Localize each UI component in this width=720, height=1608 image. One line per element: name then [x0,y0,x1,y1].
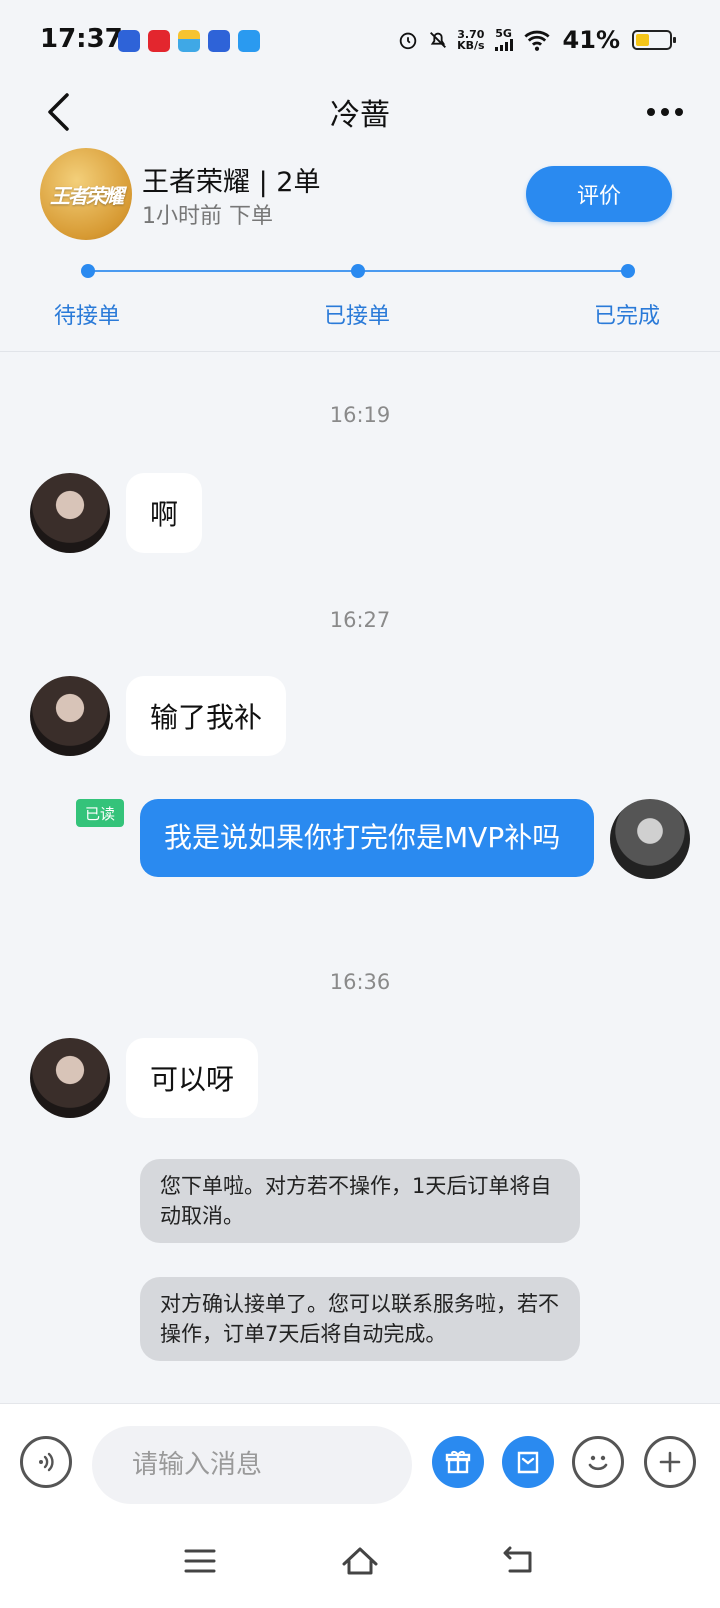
sent-message-bubble[interactable]: 我是说如果你打完你是MVP补吗 [140,799,594,877]
progress-dot [621,264,635,278]
status-time: 17:37 [40,24,123,54]
more-button[interactable] [640,90,690,134]
message-timestamp: 16:36 [329,970,391,994]
home-icon [342,1547,378,1575]
alarm-icon [399,32,417,50]
order-title: 王者荣耀 | 2单 [142,167,321,198]
plus-icon [659,1451,681,1473]
gift-button[interactable] [432,1436,484,1488]
home-button[interactable] [335,1541,385,1581]
step-accepted: 已接单 [324,304,391,329]
baidu-icon [118,30,140,52]
game-logo[interactable]: 王者荣耀 [40,148,132,240]
progress-dot [81,264,95,278]
voice-button[interactable] [20,1436,72,1488]
order-subtitle: 1小时前 下单 [142,204,273,229]
wifi-icon [523,30,550,51]
gift-icon [445,1451,471,1474]
partner-avatar[interactable] [30,676,110,756]
battery-percent: 41% [562,26,620,54]
received-message-bubble[interactable]: 输了我补 [126,676,287,756]
menu-icon [184,1549,216,1573]
page-title: 冷蔷 [330,98,390,133]
system-navigation-bar [0,1523,720,1608]
message-timestamp: 16:19 [329,403,391,427]
chat-messages[interactable]: 16:19 啊 16:27 输了我补 已读 我是说如果你打完你是MVP补吗 16… [0,353,720,1403]
progress-dot [351,264,365,278]
recent-apps-button[interactable] [175,1541,225,1581]
system-message: 对方确认接单了。您可以联系服务啦，若不操作，订单7天后将自动完成。 [140,1277,580,1361]
status-indicators: 3.70 KB/s 5G 41% [397,26,676,54]
step-completed: 已完成 [594,304,661,329]
order-button[interactable] [502,1436,554,1488]
received-message-bubble[interactable]: 啊 [126,473,203,553]
rate-button[interactable]: 评价 [526,166,672,222]
message-input-bar [0,1403,720,1523]
app-stripe-icon [178,30,200,52]
app-heart-icon [238,30,260,52]
back-nav-button[interactable] [495,1541,545,1581]
signal-icon [494,38,513,51]
emoji-icon [588,1455,608,1471]
order-icon [517,1451,539,1474]
more-actions-button[interactable] [644,1436,696,1488]
order-card: 王者荣耀 王者荣耀 | 2单 1小时前 下单 评价 待接单 已接单 已完成 [0,140,720,352]
message-timestamp: 16:27 [329,608,391,632]
step-pending: 待接单 [54,304,121,329]
notification-icons [118,30,260,52]
signal-indicator: 5G [493,28,515,53]
battery-level [636,34,649,46]
app-red-icon [148,30,170,52]
mute-icon [430,32,447,48]
baidu-icon [208,30,230,52]
game-logo-text: 王者荣耀 [50,183,124,208]
voice-icon [39,1452,54,1472]
emoji-button[interactable] [572,1436,624,1488]
net-speed: 3.70 KB/s [457,28,485,52]
back-icon [503,1546,532,1573]
partner-avatar[interactable] [30,473,110,553]
status-bar: 17:37 3.70 KB/s 5G 41% [0,0,720,80]
system-message: 您下单啦。对方若不操作，1天后订单将自动取消。 [140,1159,580,1243]
battery-icon [632,30,676,50]
message-input[interactable] [92,1426,412,1504]
user-avatar[interactable] [610,799,690,879]
received-message-bubble[interactable]: 可以呀 [126,1038,259,1118]
more-icon [647,108,655,116]
read-status-badge: 已读 [76,799,124,827]
partner-avatar[interactable] [30,1038,110,1118]
